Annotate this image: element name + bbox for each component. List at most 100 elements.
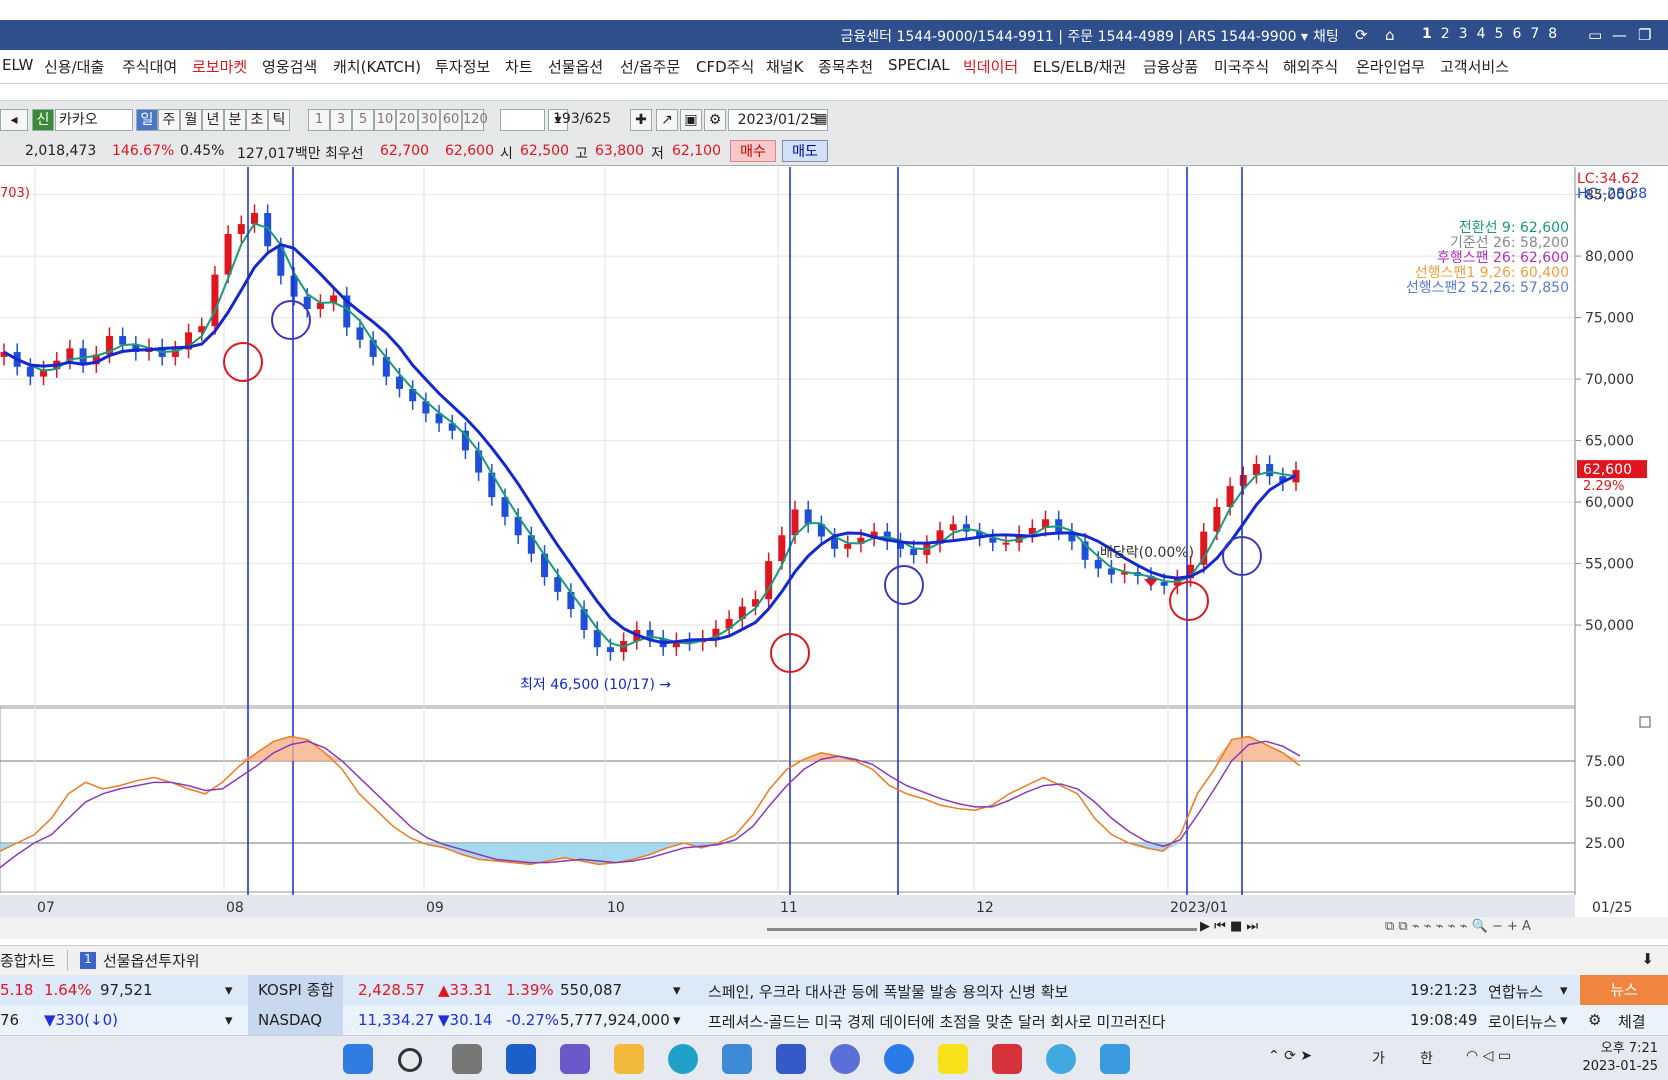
minimize-icon[interactable]: —	[1612, 26, 1627, 44]
kakaotalk-icon[interactable]	[938, 1044, 968, 1074]
chart-scrollbar[interactable]: ▶ ⏮ ■ ⏭ ⧉ ⧉ ⌁ ⌁ ⌁ ⌁ ⌁ 🔍 − + A	[0, 917, 1668, 939]
search-icon[interactable]	[398, 1048, 422, 1072]
ime-ga[interactable]: 가	[1372, 1048, 1385, 1068]
hero-trading-icon[interactable]	[992, 1044, 1022, 1074]
period-0[interactable]: 일	[136, 109, 158, 131]
chat-button[interactable]: 채팅	[1313, 26, 1339, 46]
menu-item-13[interactable]: SPECIAL	[888, 56, 950, 74]
menu-item-17[interactable]: 미국주식	[1214, 56, 1269, 77]
photos-icon[interactable]	[1100, 1044, 1130, 1074]
ime-han[interactable]: 한	[1420, 1048, 1433, 1068]
news-headline[interactable]: 프레셔스-골드는 미국 경제 데이터에 초점을 맞춘 달러 회사로 미끄러진다	[708, 1011, 1166, 1032]
buy-button[interactable]: 매수	[730, 140, 776, 162]
tab-futures[interactable]: 선물옵션투자위	[103, 950, 200, 971]
home-icon[interactable]: ⌂	[1385, 26, 1395, 44]
menu-item-9[interactable]: 선/옵주문	[620, 56, 680, 77]
news-source[interactable]: 로이터뉴스	[1488, 1011, 1557, 1032]
speaker-icon[interactable]: ◂	[0, 109, 28, 131]
interval-input[interactable]	[500, 109, 545, 131]
oscillator-pane[interactable]	[0, 705, 1576, 893]
menu-item-19[interactable]: 온라인업무	[1356, 56, 1425, 77]
settle-button[interactable]: 체결	[1618, 1011, 1646, 1032]
start-icon[interactable]	[343, 1044, 373, 1074]
page-1[interactable]: 1	[1422, 26, 1433, 42]
interval-120[interactable]: 120	[462, 109, 488, 131]
count-input[interactable]: 193	[553, 111, 580, 127]
period-1[interactable]: 주	[158, 109, 180, 131]
tool-icon-1[interactable]: ✚	[630, 109, 652, 131]
page-4[interactable]: 4	[1477, 26, 1487, 42]
window-icon[interactable]: ▭	[1588, 26, 1602, 44]
ticker-dropdown-icon[interactable]: ▾	[673, 1011, 681, 1029]
news-headline[interactable]: 스페인, 우크라 대사관 등에 폭발물 발송 용의자 신병 확보	[708, 981, 1068, 1002]
page-7[interactable]: 7	[1530, 26, 1540, 42]
menu-item-10[interactable]: CFD주식	[696, 56, 754, 77]
menu-item-6[interactable]: 투자정보	[435, 56, 490, 77]
playback-controls[interactable]: ▶ ⏮ ■ ⏭	[1200, 919, 1258, 934]
tab-main-chart[interactable]: 종합차트	[0, 950, 69, 971]
news-dropdown-icon[interactable]: ▾	[1560, 981, 1568, 999]
menu-item-5[interactable]: 캐치(KATCH)	[333, 56, 421, 77]
gear-icon[interactable]: ⚙	[704, 109, 726, 131]
page-8[interactable]: 8	[1548, 26, 1558, 42]
system-icons[interactable]: ◠ ◁ ▭	[1466, 1048, 1511, 1064]
download-icon[interactable]: ⬇	[1641, 950, 1654, 968]
chart-tools[interactable]: ⧉ ⧉ ⌁ ⌁ ⌁ ⌁ ⌁ 🔍 − + A	[1385, 919, 1531, 934]
period-4[interactable]: 분	[224, 109, 246, 131]
chart-panel[interactable]: 85,000 80,000 75,000 70,000 65,000 60,000 55,0…	[0, 167, 1668, 917]
index-name[interactable]: NASDAQ	[248, 1005, 343, 1035]
interval-5[interactable]: 5	[352, 109, 374, 131]
scroll-track[interactable]	[767, 928, 1197, 931]
app-icon-2[interactable]	[830, 1044, 860, 1074]
stock-name-input[interactable]: 카카오	[55, 109, 133, 131]
app-icon-3[interactable]	[884, 1044, 914, 1074]
interval-10[interactable]: 10	[374, 109, 396, 131]
calendar-icon[interactable]: ▦	[810, 109, 832, 131]
clock[interactable]: 오후 7:21 2023-01-25	[1582, 1040, 1658, 1076]
interval-1[interactable]: 1	[308, 109, 330, 131]
period-5[interactable]: 초	[246, 109, 268, 131]
menu-item-3[interactable]: 로보마켓	[192, 56, 247, 77]
news-button[interactable]: 뉴스	[1580, 975, 1668, 1005]
menu-item-0[interactable]: ELW	[2, 56, 33, 74]
page-6[interactable]: 6	[1512, 26, 1522, 42]
menu-item-18[interactable]: 해외주식	[1283, 56, 1338, 77]
ticker-dropdown-icon[interactable]: ▾	[673, 981, 681, 999]
menu-item-12[interactable]: 종목추천	[818, 56, 873, 77]
menu-item-2[interactable]: 주식대여	[122, 56, 177, 77]
index-name[interactable]: KOSPI 종합	[248, 975, 343, 1005]
edge-icon[interactable]	[668, 1044, 698, 1074]
menu-item-8[interactable]: 선물옵션	[548, 56, 603, 77]
menu-item-15[interactable]: ELS/ELB/채권	[1033, 56, 1126, 77]
save-icon[interactable]: ▣	[680, 109, 702, 131]
tool-icon-2[interactable]: ↗	[656, 109, 678, 131]
period-3[interactable]: 년	[202, 109, 224, 131]
news-dropdown-icon[interactable]: ▾	[1560, 1011, 1568, 1029]
app-icon-4[interactable]	[1046, 1044, 1076, 1074]
teams-icon[interactable]	[560, 1044, 590, 1074]
refresh-icon[interactable]: ⟳	[1355, 26, 1368, 44]
page-2[interactable]: 2	[1441, 26, 1451, 42]
menu-item-20[interactable]: 고객서비스	[1440, 56, 1509, 77]
menu-item-14[interactable]: 빅데이터	[963, 56, 1018, 77]
price-pane[interactable]	[0, 167, 1575, 705]
page-3[interactable]: 3	[1459, 26, 1469, 42]
menu-item-11[interactable]: 채널K	[766, 56, 803, 77]
screen-pages[interactable]: 12345678	[1422, 26, 1566, 42]
app-icon-1[interactable]	[776, 1044, 806, 1074]
menu-item-7[interactable]: 차트	[505, 56, 533, 77]
interval-20[interactable]: 20	[396, 109, 418, 131]
ticker-dropdown-icon[interactable]: ▾	[225, 1011, 233, 1029]
period-2[interactable]: 월	[180, 109, 202, 131]
folder-icon[interactable]	[614, 1044, 644, 1074]
widgets-icon[interactable]	[506, 1044, 536, 1074]
interval-30[interactable]: 30	[418, 109, 440, 131]
candlestick-chart[interactable]: 85,00080,00075,00070,00065,00060,00055,0…	[0, 167, 1668, 917]
menu-item-4[interactable]: 영웅검색	[262, 56, 317, 77]
restore-icon[interactable]: ❐	[1638, 26, 1651, 44]
store-icon[interactable]	[722, 1044, 752, 1074]
gear-icon[interactable]: ⚙	[1588, 1011, 1601, 1029]
interval-60[interactable]: 60	[440, 109, 462, 131]
sell-button[interactable]: 매도	[782, 140, 828, 162]
page-5[interactable]: 5	[1495, 26, 1505, 42]
